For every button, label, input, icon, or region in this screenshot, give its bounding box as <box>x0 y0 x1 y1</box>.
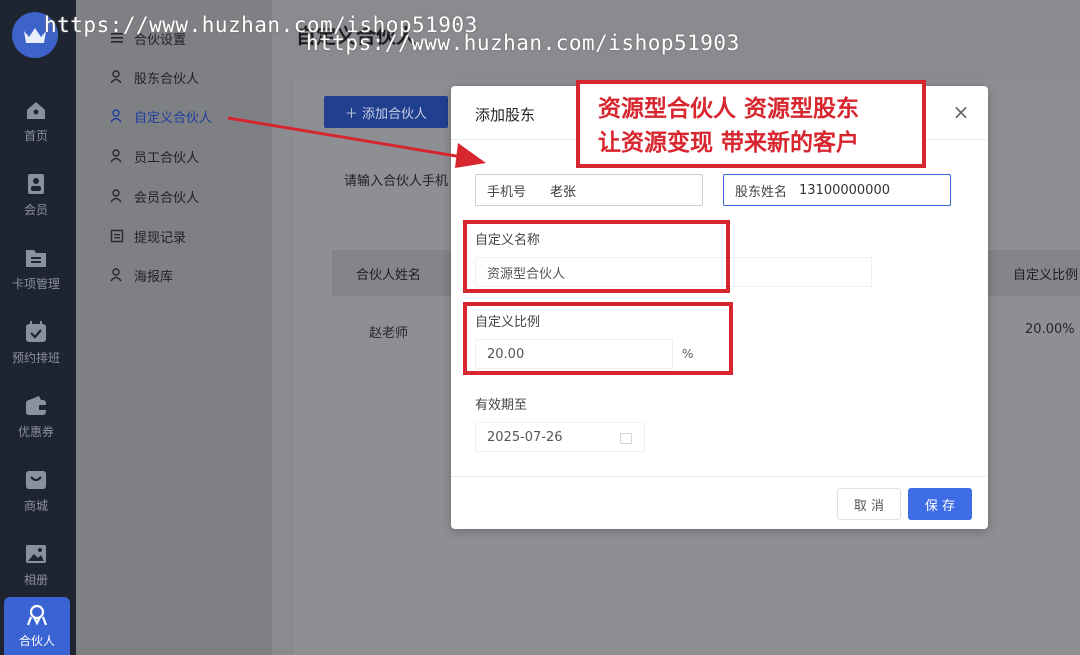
watermark-text: https://www.huzhan.com/ishop51903 <box>306 31 740 55</box>
promo-callout: 资源型合伙人 资源型股东 让资源变现 带来新的客户 <box>576 80 926 168</box>
callout-line-2: 让资源变现 带来新的客户 <box>598 130 860 156</box>
callout-line-1: 资源型合伙人 资源型股东 <box>598 96 860 122</box>
